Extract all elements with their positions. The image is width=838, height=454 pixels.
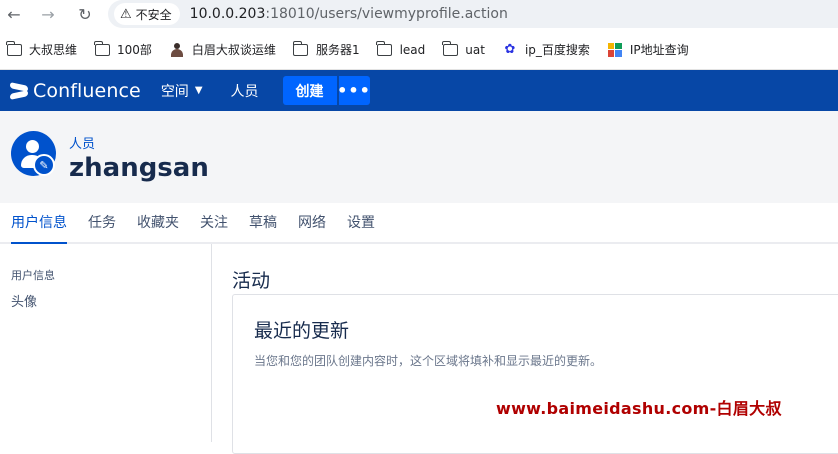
bookmark-label: ip_百度搜索	[524, 43, 590, 57]
create-button[interactable]: 创建	[282, 76, 337, 105]
bookmark-label: IP地址查询	[629, 43, 689, 57]
warning-icon: ⚠	[120, 6, 132, 22]
logo-text: Confluence	[33, 79, 141, 102]
tab-favorites[interactable]: 收藏夹	[137, 201, 179, 242]
more-icon[interactable]: •••	[337, 76, 370, 105]
bookmark-item[interactable]: ✿ ip_百度搜索	[502, 41, 590, 58]
page-title: zhangsan	[69, 153, 209, 183]
bookmark-item[interactable]: lead	[376, 40, 426, 57]
edit-pencil-icon[interactable]: ✎	[33, 154, 55, 176]
security-chip[interactable]: ⚠ 不安全	[114, 3, 180, 25]
folder-icon	[93, 40, 110, 57]
folder-icon	[442, 40, 458, 57]
baidu-icon: ✿	[504, 42, 516, 57]
url-host: 10.0.0.203	[189, 6, 266, 22]
bookmark-item[interactable]: 白眉大叔谈运维	[169, 41, 276, 58]
profile-tabs: 用户信息 任务 收藏夹 关注 草稿 网络 设置	[0, 203, 838, 244]
tab-settings[interactable]: 设置	[347, 201, 375, 242]
bookmark-label: 大叔思维	[29, 43, 78, 57]
panel-description: 当您和您的团队创建内容时，这个区域将填补和显示最近的更新。	[254, 354, 603, 368]
profile-sidebar: 用户信息 头像	[0, 244, 212, 442]
confluence-logo-icon	[10, 83, 28, 99]
url-path: :18010/users/viewmyprofile.action	[265, 6, 508, 22]
ip-query-icon	[607, 42, 623, 57]
bookmark-item[interactable]: 服务器1	[292, 40, 360, 58]
person-icon	[169, 42, 185, 57]
tab-tasks[interactable]: 任务	[88, 201, 116, 242]
arrow-right-icon[interactable]: →	[38, 4, 58, 24]
bookmark-item[interactable]: 大叔思维	[5, 40, 78, 58]
people-link[interactable]: 人员	[231, 81, 259, 101]
activity-title: 活动	[232, 270, 271, 292]
spaces-menu[interactable]: 空间 ▼	[161, 81, 203, 101]
bookmark-item[interactable]: IP地址查询	[607, 41, 689, 58]
tab-drafts[interactable]: 草稿	[249, 201, 277, 242]
bookmark-label: uat	[465, 42, 485, 57]
folder-icon	[292, 40, 309, 57]
tab-following[interactable]: 关注	[200, 201, 228, 242]
security-label: 不安全	[135, 7, 172, 22]
chevron-down-icon: ▼	[194, 85, 203, 96]
bookmarks-bar: 大叔思维 100部 白眉大叔谈运维 服务器1 lead uat ✿ ip_百度搜…	[0, 30, 838, 70]
bookmark-item[interactable]: 100部	[93, 40, 152, 58]
tab-network[interactable]: 网络	[298, 201, 326, 242]
bookmark-label: 100部	[117, 43, 152, 57]
bookmark-label: lead	[399, 42, 426, 57]
breadcrumb[interactable]: 人员	[69, 133, 95, 152]
arrow-left-icon[interactable]: ←	[4, 4, 24, 24]
url-text[interactable]: 10.0.0.203:18010/users/viewmyprofile.act…	[190, 6, 508, 22]
sidebar-heading: 用户信息	[11, 269, 55, 282]
bookmark-label: 白眉大叔谈运维	[191, 43, 276, 57]
tab-user-info[interactable]: 用户信息	[11, 203, 67, 244]
folder-icon	[5, 40, 22, 57]
confluence-logo[interactable]: Confluence	[10, 80, 141, 102]
recent-updates-panel: 最近的更新 当您和您的团队创建内容时，这个区域将填补和显示最近的更新。	[232, 294, 838, 454]
avatar-head	[26, 140, 39, 153]
browser-toolbar: ← → ↻ ⚠ 不安全 10.0.0.203:18010/users/viewm…	[0, 0, 838, 30]
spaces-label: 空间	[160, 83, 189, 100]
panel-title: 最近的更新	[254, 320, 350, 342]
profile-header: ✎ 人员 zhangsan	[0, 111, 838, 203]
watermark: www.baimeidashu.com-白眉大叔	[496, 399, 782, 418]
reload-icon[interactable]: ↻	[75, 4, 95, 24]
address-bar[interactable]: ⚠ 不安全 10.0.0.203:18010/users/viewmyprofi…	[108, 0, 838, 28]
bookmark-item[interactable]: uat	[442, 40, 485, 57]
bookmark-label: 服务器1	[315, 43, 360, 57]
confluence-header: Confluence 空间 ▼ 人员 创建 •••	[0, 70, 838, 111]
sidebar-item-avatar[interactable]: 头像	[11, 291, 37, 310]
folder-icon	[376, 40, 393, 57]
